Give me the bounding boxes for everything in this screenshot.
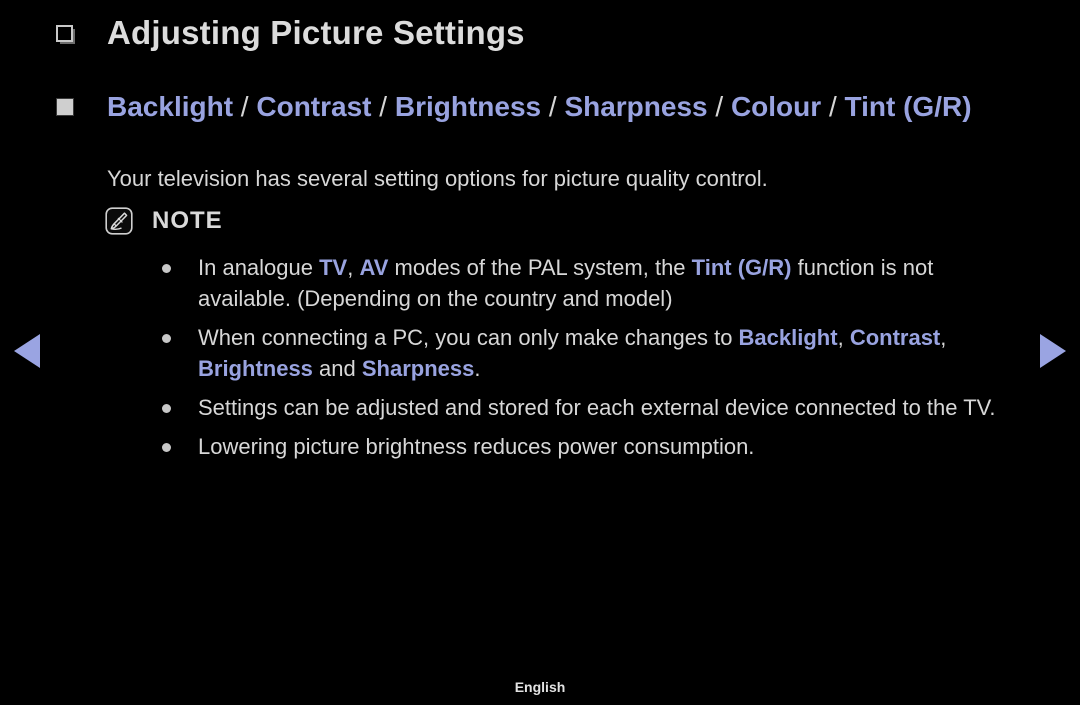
footer-language: English bbox=[514, 679, 566, 695]
square-outline-icon bbox=[56, 24, 73, 42]
list-item-text: When connecting a PC, you can only make … bbox=[198, 322, 1022, 384]
section-description: Your television has several setting opti… bbox=[107, 166, 768, 191]
text-segment: modes of the PAL system, the bbox=[388, 255, 692, 280]
text-segment: Colour bbox=[730, 91, 822, 122]
list-item-text: In analogue TV, AV modes of the PAL syst… bbox=[198, 252, 1022, 314]
text-segment: Tint (G/R) bbox=[691, 255, 792, 280]
list-item: Lowering picture brightness reduces powe… bbox=[162, 431, 1022, 462]
text-segment: Backlight bbox=[107, 91, 234, 122]
bullet-dot-icon bbox=[162, 443, 171, 452]
text-segment: AV bbox=[359, 255, 389, 280]
list-item: When connecting a PC, you can only make … bbox=[162, 322, 1022, 384]
list-item-text: Lowering picture brightness reduces powe… bbox=[198, 431, 1022, 462]
note-label: NOTE bbox=[152, 207, 223, 234]
text-segment: Brightness bbox=[198, 356, 313, 381]
text-segment: and bbox=[312, 356, 362, 381]
arrow-left-icon[interactable] bbox=[14, 334, 40, 368]
text-segment: / bbox=[371, 91, 395, 122]
text-segment: / bbox=[233, 91, 257, 122]
page-title-row: Adjusting Picture Settings bbox=[56, 14, 525, 52]
note-header: NOTE bbox=[105, 207, 223, 235]
text-segment: Tint (G/R) bbox=[844, 91, 972, 122]
text-segment: / bbox=[821, 91, 845, 122]
list-item: Settings can be adjusted and stored for … bbox=[162, 392, 1022, 423]
section-heading: Backlight / Contrast / Brightness / Shar… bbox=[107, 88, 972, 126]
text-segment: TV bbox=[319, 255, 348, 280]
page-title: Adjusting Picture Settings bbox=[107, 14, 525, 51]
note-pen-icon bbox=[105, 207, 133, 235]
text-segment: , bbox=[940, 325, 947, 350]
bullet-dot-icon bbox=[162, 264, 171, 273]
text-segment: Sharpness bbox=[564, 91, 708, 122]
text-segment: Brightness bbox=[394, 91, 542, 122]
text-segment: When connecting a PC, you can only make … bbox=[198, 325, 739, 350]
text-segment: Backlight bbox=[738, 325, 838, 350]
filled-square-icon bbox=[56, 98, 74, 116]
text-segment: In analogue bbox=[198, 255, 320, 280]
text-segment: / bbox=[707, 91, 731, 122]
text-segment: , bbox=[347, 255, 360, 280]
text-segment: Contrast bbox=[256, 91, 372, 122]
bullet-dot-icon bbox=[162, 334, 171, 343]
list-item: In analogue TV, AV modes of the PAL syst… bbox=[162, 252, 1022, 314]
text-segment: , bbox=[837, 325, 850, 350]
text-segment: Sharpness bbox=[361, 356, 475, 381]
text-segment: Lowering picture brightness reduces powe… bbox=[198, 434, 755, 459]
bullet-dot-icon bbox=[162, 404, 171, 413]
note-list: In analogue TV, AV modes of the PAL syst… bbox=[162, 252, 1022, 470]
section-heading-row: Backlight / Contrast / Brightness / Shar… bbox=[56, 88, 1024, 126]
text-segment: Contrast bbox=[849, 325, 941, 350]
text-segment: . bbox=[474, 356, 481, 381]
arrow-right-icon[interactable] bbox=[1040, 334, 1066, 368]
text-segment: / bbox=[541, 91, 565, 122]
list-item-text: Settings can be adjusted and stored for … bbox=[198, 392, 1022, 423]
text-segment: Settings can be adjusted and stored for … bbox=[198, 395, 996, 420]
